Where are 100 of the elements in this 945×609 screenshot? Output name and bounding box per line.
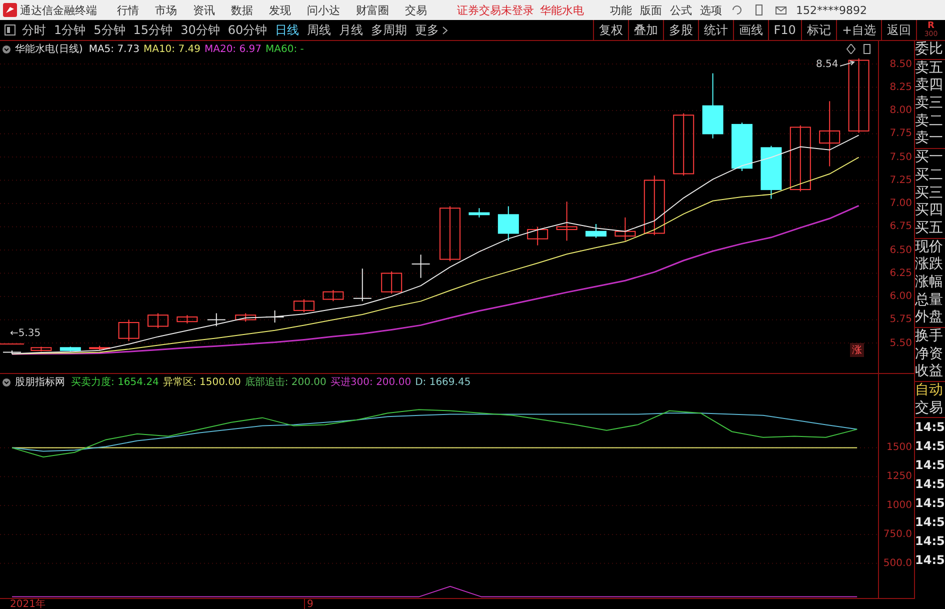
price-axis-label: 7.50 <box>890 150 913 165</box>
period-tab[interactable]: 日线 <box>271 20 304 40</box>
menu-item[interactable]: 市场 <box>155 2 177 18</box>
indicator-value: 买进300: 200.00 <box>330 376 412 389</box>
indicator-axis-label: 500.0 <box>883 556 913 571</box>
menu-item[interactable]: 财富圈 <box>356 2 389 18</box>
price-axis-label: 7.00 <box>890 197 913 212</box>
menu-item[interactable]: 版面 <box>640 2 662 18</box>
stock-name: 华能水电 <box>540 2 584 18</box>
ma-legend-item: MA10: 7.49 <box>143 44 200 54</box>
ma-legend-item: MA60: - <box>266 44 304 54</box>
collapse-icon[interactable] <box>2 378 11 386</box>
indicator-value: 异常区: 1500.00 <box>162 376 241 389</box>
menu-item[interactable]: 行情 <box>117 2 139 18</box>
menu-item[interactable]: 交易 <box>405 2 427 18</box>
trade-time: 14:5 <box>915 419 945 436</box>
menu-item[interactable]: 问小达 <box>307 2 340 18</box>
toolbar-button[interactable]: 标记 <box>800 20 836 40</box>
quote-field-label: 外盘 <box>915 309 944 327</box>
price-axis-label: 6.50 <box>890 244 913 258</box>
quote-field-label: 卖一 <box>915 130 944 148</box>
candlestick <box>176 314 198 324</box>
period-tab[interactable]: 月线 <box>335 20 368 40</box>
chevron-icon <box>442 26 448 34</box>
menu-item[interactable]: 资讯 <box>193 2 215 18</box>
menu-item[interactable]: 选项 <box>700 2 722 18</box>
candlestick <box>89 345 110 351</box>
indicator-axis-label: 1000 <box>886 499 913 514</box>
candlestick <box>732 122 752 172</box>
date-axis-label: 2021年 <box>9 599 46 609</box>
trade-time: 14:5 <box>915 514 945 532</box>
candlestick <box>614 216 636 242</box>
trade-mode-label[interactable]: 交易 <box>915 400 945 418</box>
toolbar-button[interactable]: 返回 <box>881 20 916 40</box>
toolbar-button[interactable]: 叠加 <box>628 20 663 40</box>
trade-time: 14:5 <box>915 476 945 494</box>
menu-item[interactable]: 公式 <box>670 2 692 18</box>
candlestick <box>411 254 430 278</box>
period-tab[interactable]: 60分钟 <box>224 20 272 40</box>
quote-field-label: 换手 <box>915 328 944 346</box>
period-tab[interactable]: 周线 <box>303 20 336 40</box>
toolbar-button[interactable]: 统计 <box>698 20 733 40</box>
period-tab[interactable]: 5分钟 <box>90 20 130 40</box>
mail-icon[interactable] <box>775 4 787 16</box>
quote-field-label: 卖三 <box>915 95 944 113</box>
menu-item[interactable]: 功能 <box>610 2 632 18</box>
period-tab[interactable]: 1分钟 <box>50 20 90 40</box>
date-axis-label: 9 <box>304 599 347 609</box>
candlestick <box>60 346 81 352</box>
ma-legend-item: MA20: 6.97 <box>204 44 262 54</box>
trade-time: 14:5 <box>915 495 945 512</box>
quote-field-label: 涨幅 <box>915 274 944 292</box>
ma-legend-item: MA5: 7.73 <box>88 44 140 54</box>
period-tab[interactable]: 15分钟 <box>129 20 177 40</box>
candlestick <box>586 223 606 238</box>
menu-item[interactable]: 数据 <box>231 2 253 18</box>
account-number[interactable]: 152****9892 <box>796 4 867 16</box>
candlestick <box>498 206 519 242</box>
period-tab[interactable]: 多周期 <box>367 20 412 40</box>
candlestick <box>556 201 578 242</box>
candlestick <box>381 270 402 294</box>
chart-settings-icon[interactable] <box>846 44 872 54</box>
indicator-axis-label: 1500 <box>886 441 913 456</box>
quote-field-label: 买三 <box>915 184 944 202</box>
quote-field-label: 涨跌 <box>915 256 944 274</box>
quote-field-label: 净资 <box>915 346 944 364</box>
toolbar-button[interactable]: 画线 <box>732 20 768 40</box>
quote-field-label: 委比 <box>915 41 944 59</box>
quote-field-label: 现价 <box>915 238 944 256</box>
quote-field-label: 总量 <box>915 292 944 310</box>
candlestick <box>440 206 460 262</box>
candlestick <box>790 124 811 192</box>
price-axis-label: 6.25 <box>890 266 913 281</box>
candlestick <box>819 100 840 167</box>
login-notice[interactable]: 证券交易未登录 <box>457 2 534 18</box>
quote-field-label: 买四 <box>915 202 944 220</box>
period-tab[interactable]: 分时 <box>18 20 50 40</box>
trade-time: 14:5 <box>915 457 945 474</box>
period-tab[interactable]: 30分钟 <box>176 20 224 40</box>
collapse-icon[interactable] <box>2 44 11 54</box>
toolbar-button[interactable]: +自选 <box>836 20 881 40</box>
toolbar-button[interactable]: F10 <box>768 20 801 40</box>
price-axis-label: 5.75 <box>890 313 913 328</box>
price-axis-label: 8.25 <box>890 80 913 95</box>
indicator-value: 底部追击: 200.00 <box>244 376 326 389</box>
menu-item[interactable]: 发现 <box>269 2 291 18</box>
indicator-axis-label: 750.0 <box>883 528 913 542</box>
period-tab[interactable]: 更多 <box>411 20 452 40</box>
panel-toggle-icon[interactable] <box>4 24 16 36</box>
indicator-value: D: 1669.45 <box>415 376 471 388</box>
price-axis-label: 6.00 <box>890 290 913 304</box>
high-price-label: 8.54 <box>816 59 838 70</box>
candlestick <box>118 319 140 342</box>
rise-badge: 涨 <box>850 343 864 357</box>
candlestick <box>2 350 22 355</box>
trade-mode-label[interactable]: 自动 <box>915 382 945 400</box>
candlestick <box>760 145 782 200</box>
toolbar-button[interactable]: 复权 <box>592 20 628 40</box>
toolbar-button[interactable]: 多股 <box>662 20 698 40</box>
app-logo-icon <box>3 3 17 17</box>
